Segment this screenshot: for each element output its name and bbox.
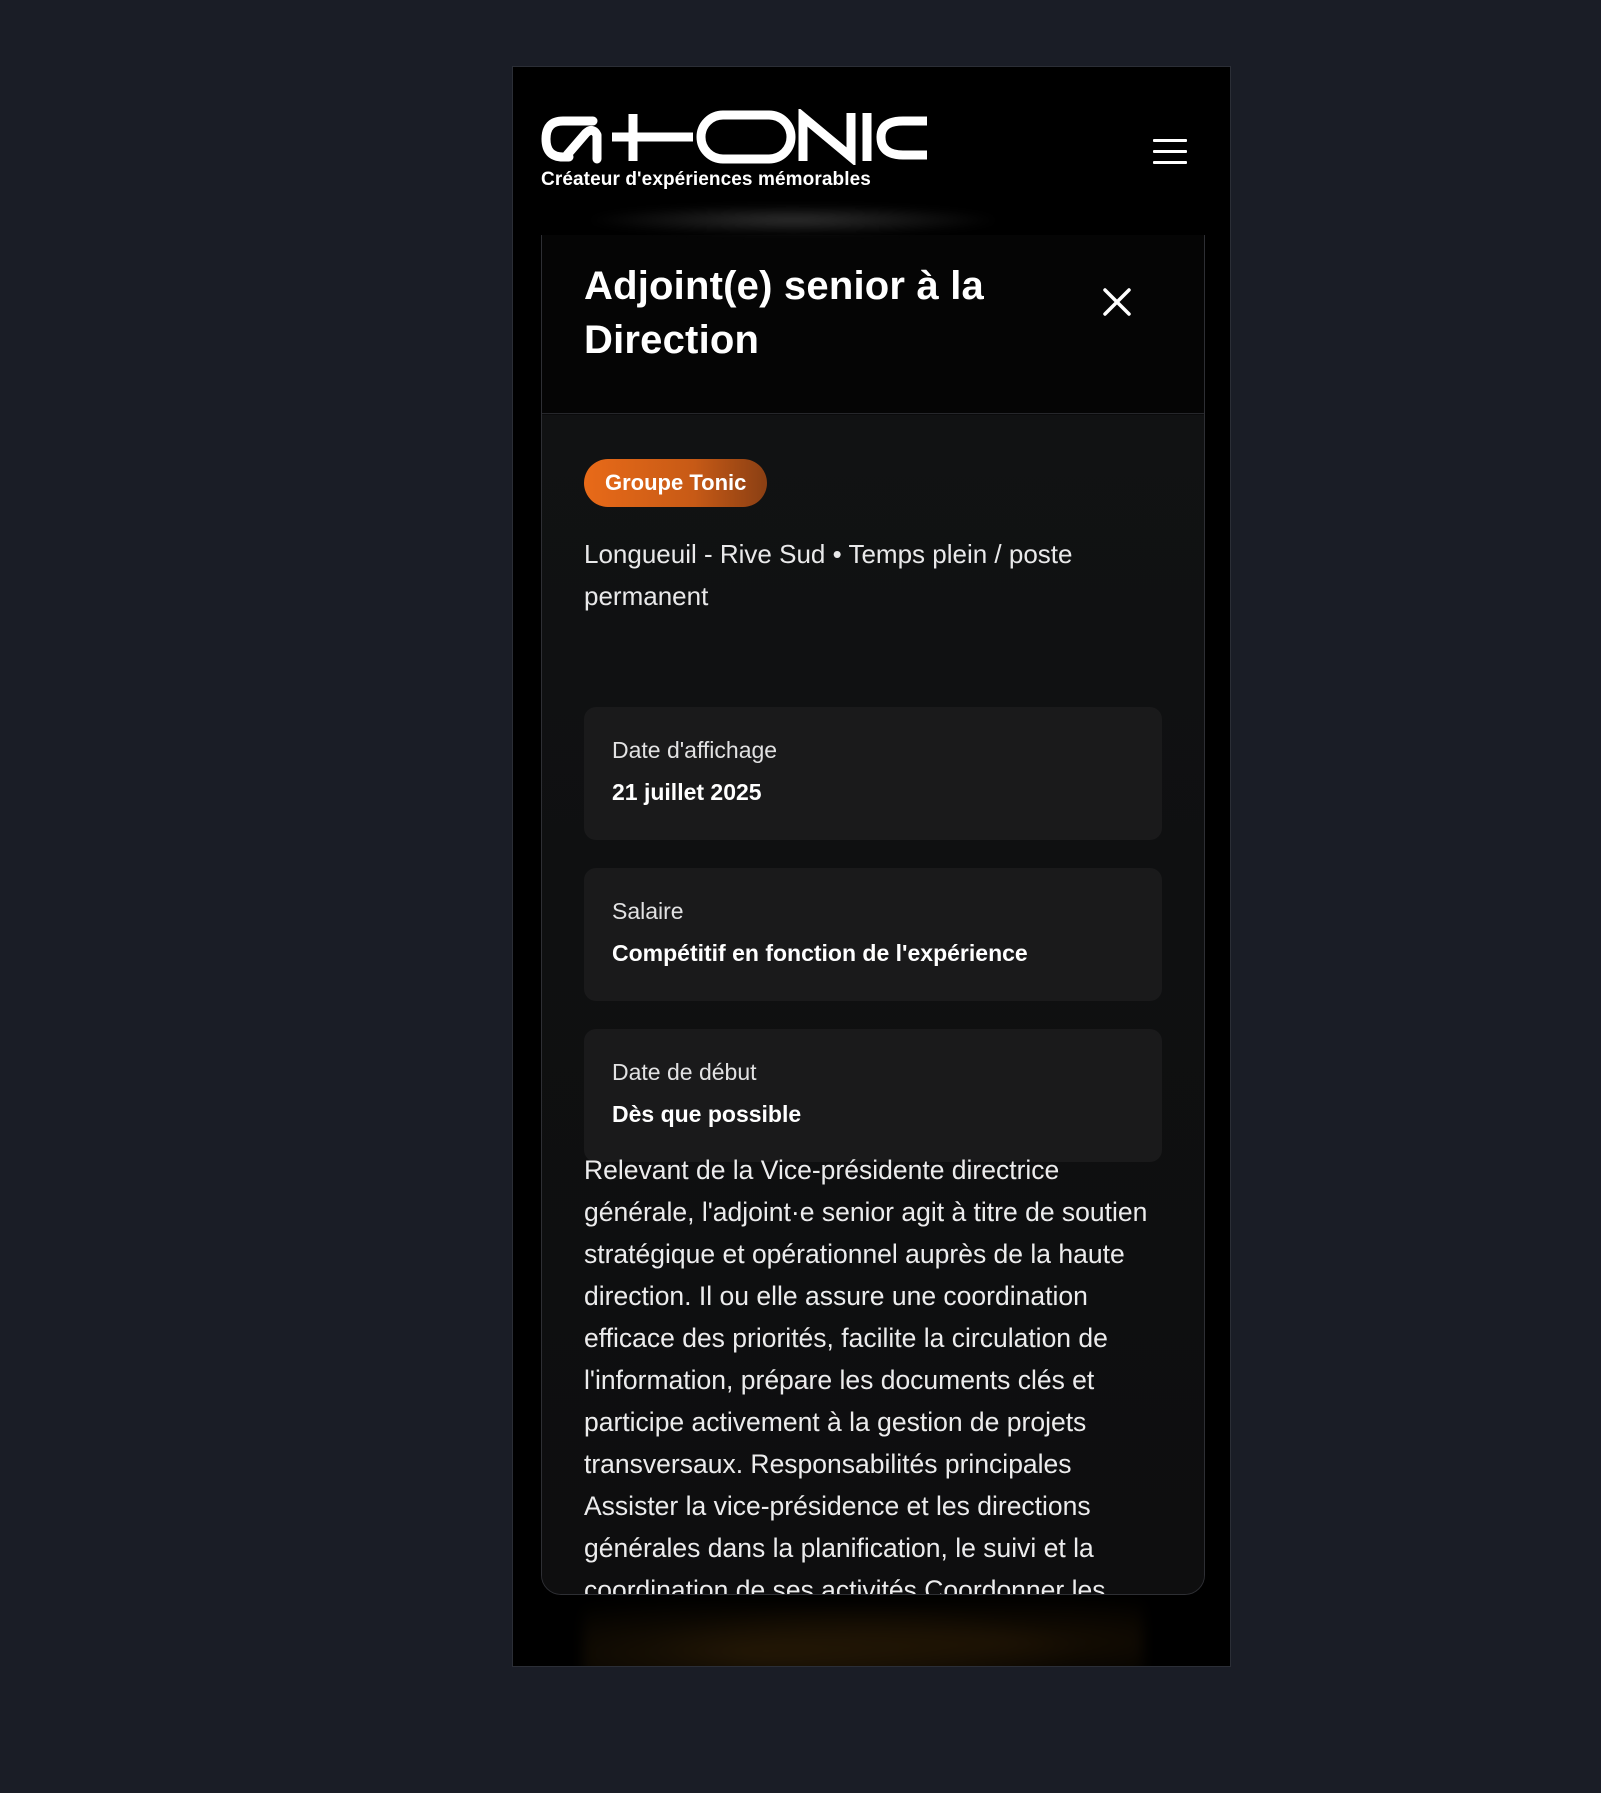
job-modal-body: Groupe Tonic Longueuil - Rive Sud • Temp… [542, 415, 1204, 1595]
detail-card-posting-date: Date d'affichage 21 juillet 2025 [584, 707, 1162, 840]
detail-value: 21 juillet 2025 [612, 779, 762, 805]
header-blur [583, 205, 1003, 235]
tonic-logo-icon [541, 107, 927, 167]
detail-label: Date de début [612, 1059, 757, 1085]
job-location-type: Longueuil - Rive Sud • Temps plein / pos… [584, 539, 1073, 611]
detail-value: Compétitif en fonction de l'expérience [612, 940, 1028, 966]
brand-tagline: Créateur d'expériences mémorables [541, 169, 871, 190]
mobile-viewport: Adjoint(e) senior à la Direction Groupe … [512, 66, 1231, 1667]
job-title: Direction [584, 318, 760, 362]
close-button[interactable] [1097, 282, 1137, 322]
detail-label: Salaire [612, 898, 684, 924]
brand-logo[interactable] [541, 107, 931, 167]
detail-value: Dès que possible [612, 1101, 802, 1127]
job-title-partial: Adjoint(e) senior à la [584, 264, 985, 308]
detail-card-salary: Salaire Compétitif en fonction de l'expé… [584, 868, 1162, 1001]
company-badge: Groupe Tonic [584, 459, 768, 507]
job-description: Relevant de la Vice-présidente directric… [584, 1155, 1148, 1595]
background-glow [583, 1587, 1143, 1666]
job-modal: Adjoint(e) senior à la Direction Groupe … [541, 187, 1205, 1595]
detail-label: Date d'affichage [612, 737, 778, 763]
close-icon [1103, 288, 1131, 316]
detail-card-start-date: Date de début Dès que possible [584, 1029, 1162, 1162]
menu-button[interactable] [1153, 137, 1187, 167]
